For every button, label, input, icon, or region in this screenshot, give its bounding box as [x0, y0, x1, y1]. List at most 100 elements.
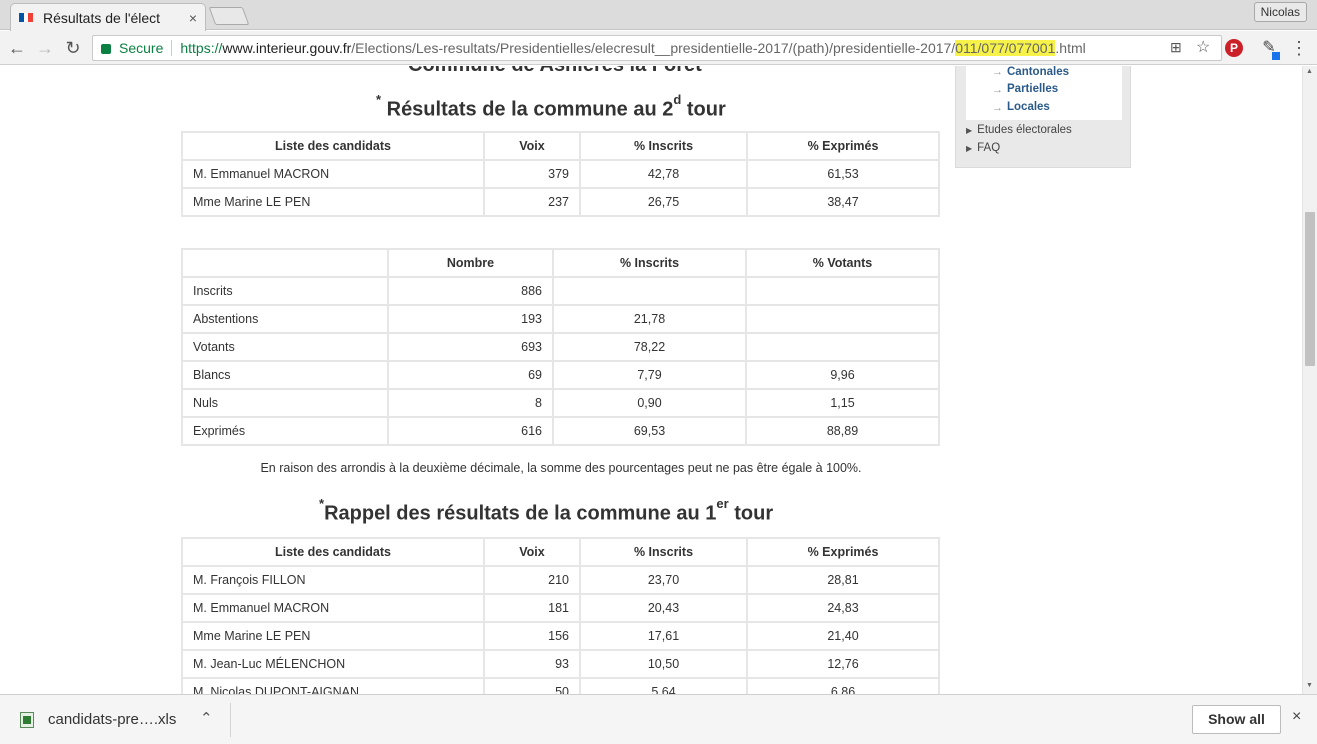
back-arrow-icon[interactable]: ←	[6, 37, 28, 59]
pct-inscrits: 7,79	[552, 360, 747, 390]
tab-close-icon[interactable]: ×	[189, 10, 197, 26]
pct-exprimes: 12,76	[746, 649, 940, 679]
address-bar[interactable]: Secure https:// www.interieur.gouv.fr /E…	[92, 35, 1222, 61]
candidate-name: M. Jean-Luc MÉLENCHON	[181, 649, 485, 679]
pct-votants: 88,89	[745, 416, 940, 446]
sidebar-link-partielles[interactable]: Partielles	[1007, 83, 1058, 95]
col-header: % Inscrits	[552, 248, 747, 278]
french-flag-icon	[19, 13, 34, 22]
new-tab-button[interactable]	[208, 7, 250, 25]
pct-inscrits: 69,53	[552, 416, 747, 446]
table-row: Abstentions 193 21,78	[181, 304, 940, 334]
show-all-button[interactable]: Show all	[1192, 705, 1281, 734]
col-header: % Exprimés	[746, 131, 940, 161]
pct-exprimes: 28,81	[746, 565, 940, 595]
table-row: M. Emmanuel MACRON 181 20,43 24,83	[181, 593, 940, 623]
pct-inscrits: 10,50	[579, 649, 748, 679]
sidebar-item-etudes[interactable]: ▶ Etudes électorales	[966, 124, 1072, 136]
table-row: M. Emmanuel MACRON 379 42,78 61,53	[181, 159, 940, 189]
pct-votants: 9,96	[745, 360, 940, 390]
table-row: Mme Marine LE PEN 156 17,61 21,40	[181, 621, 940, 651]
round2-heading-text: Résultats de la commune au 2	[381, 98, 674, 121]
votes: 50	[483, 677, 581, 694]
round2-star: *	[376, 92, 382, 107]
round2-results-table: Liste des candidats Voix % Inscrits % Ex…	[181, 131, 940, 217]
table-header-row: Nombre % Inscrits % Votants	[181, 248, 940, 278]
stat-count: 886	[387, 276, 554, 306]
col-header: Voix	[483, 131, 581, 161]
extension-badge-icon	[1272, 52, 1280, 60]
sidebar-menu: → Cantonales → Partielles → Locales ▶ Etu…	[955, 66, 1131, 168]
votes: 181	[483, 593, 581, 623]
pct-votants	[745, 332, 940, 362]
tab-title: Résultats de l'élect	[43, 9, 161, 26]
scroll-up-icon[interactable]: ▲	[1306, 68, 1313, 75]
col-header: % Votants	[745, 248, 940, 278]
stat-label: Nuls	[181, 388, 389, 418]
col-header: Liste des candidats	[181, 537, 485, 567]
stat-label: Exprimés	[181, 416, 389, 446]
table-row: M. François FILLON 210 23,70 28,81	[181, 565, 940, 595]
pct-inscrits: 26,75	[579, 187, 748, 217]
bookmark-star-icon[interactable]: ☆	[1196, 37, 1210, 57]
candidate-name: M. Nicolas DUPONT-AIGNAN	[181, 677, 485, 694]
menu-icon[interactable]: ⋮	[1288, 37, 1310, 59]
col-header: Nombre	[387, 248, 554, 278]
translate-icon[interactable]: ⊞	[1170, 39, 1182, 56]
turnout-stats-table: Nombre % Inscrits % Votants Inscrits 886 …	[181, 248, 940, 446]
col-header: % Exprimés	[746, 537, 940, 567]
candidate-name: M. François FILLON	[181, 565, 485, 595]
url-path: /Elections/Les-resultats/Presidentielles…	[351, 40, 956, 56]
profile-button[interactable]: Nicolas	[1253, 2, 1307, 22]
pct-votants	[745, 304, 940, 334]
rounding-note: En raison des arrondis à la deuxième déc…	[260, 461, 862, 475]
table-header-row: Liste des candidats Voix % Inscrits % Ex…	[181, 537, 940, 567]
col-header: % Inscrits	[579, 131, 748, 161]
spreadsheet-file-icon	[20, 712, 34, 728]
download-filename[interactable]: candidats-pre….xls	[48, 711, 176, 728]
round1-star: *	[319, 496, 325, 511]
close-icon[interactable]: ×	[1292, 708, 1301, 726]
page-scrollbar[interactable]: ▲ ▼	[1302, 66, 1317, 694]
votes: 156	[483, 621, 581, 651]
stat-count: 8	[387, 388, 554, 418]
table-row: Blancs 69 7,79 9,96	[181, 360, 940, 390]
scroll-down-icon[interactable]: ▼	[1306, 682, 1313, 689]
pct-exprimes: 38,47	[746, 187, 940, 217]
round1-heading-tail: tour	[728, 502, 774, 525]
sidebar-item-faq[interactable]: ▶ FAQ	[966, 142, 1000, 154]
scrollbar-thumb[interactable]	[1305, 212, 1315, 366]
table-row: Inscrits 886	[181, 276, 940, 306]
round1-heading: *Rappel des résultats de la commune au 1…	[319, 496, 774, 526]
chevron-up-icon[interactable]: ⌃	[200, 709, 213, 727]
stat-count: 616	[387, 416, 554, 446]
secure-label: Secure	[119, 40, 164, 56]
stat-label: Votants	[181, 332, 389, 362]
sidebar-link-cantonales[interactable]: Cantonales	[1007, 66, 1069, 78]
stat-count: 69	[387, 360, 554, 390]
pct-exprimes: 21,40	[746, 621, 940, 651]
arrow-right-icon: →	[992, 66, 1003, 78]
url-suffix: .html	[1055, 40, 1086, 56]
candidate-name: M. Emmanuel MACRON	[181, 159, 485, 189]
pct-votants	[745, 276, 940, 306]
candidate-name: Mme Marine LE PEN	[181, 621, 485, 651]
pct-inscrits: 78,22	[552, 332, 747, 362]
download-bar: candidats-pre….xls ⌃ Show all ×	[0, 694, 1317, 744]
col-header: % Inscrits	[579, 537, 748, 567]
sidebar-link-locales[interactable]: Locales	[1007, 101, 1050, 113]
forward-arrow-icon[interactable]: →	[34, 37, 56, 59]
stat-label: Abstentions	[181, 304, 389, 334]
arrow-right-icon: →	[992, 84, 1003, 96]
triangle-right-icon: ▶	[966, 126, 973, 135]
table-row: M. Jean-Luc MÉLENCHON 93 10,50 12,76	[181, 649, 940, 679]
browser-toolbar: ← → ↻ Secure https:// www.interieur.gouv…	[0, 31, 1317, 65]
browser-tab[interactable]: Résultats de l'élect ×	[10, 3, 206, 31]
pct-inscrits: 17,61	[579, 621, 748, 651]
reload-icon[interactable]: ↻	[62, 37, 84, 59]
pct-exprimes: 6,86	[746, 677, 940, 694]
round1-heading-text: Rappel des résultats de la commune au 1	[324, 502, 717, 525]
pinterest-icon[interactable]: P	[1225, 39, 1243, 57]
votes: 237	[483, 187, 581, 217]
round1-results-table: Liste des candidats Voix % Inscrits % Ex…	[181, 537, 940, 694]
